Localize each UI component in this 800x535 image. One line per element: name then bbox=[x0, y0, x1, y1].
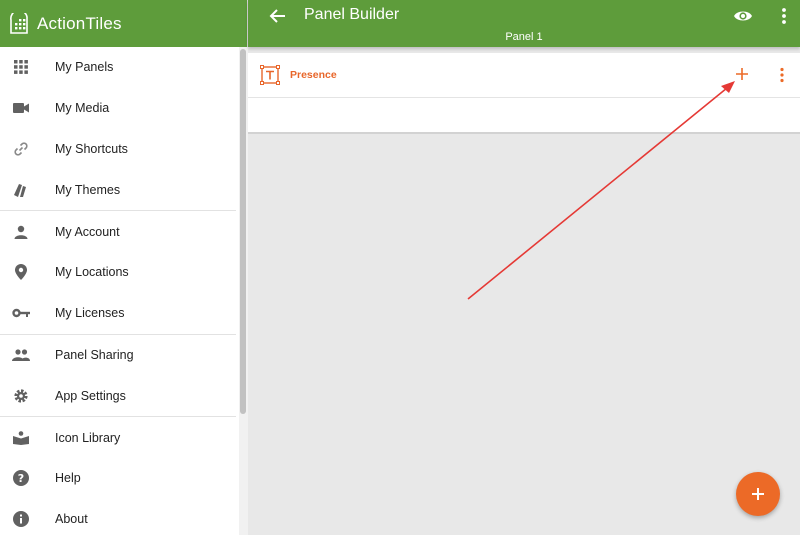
sidebar-item-label: Help bbox=[55, 471, 81, 486]
sidebar-item-label: My Shortcuts bbox=[55, 141, 128, 156]
gear-icon bbox=[12, 387, 30, 405]
people-icon bbox=[12, 346, 30, 364]
sidebar-item-panel-sharing[interactable]: Panel Sharing bbox=[0, 335, 236, 376]
top-app-bar: Panel Builder Panel 1 bbox=[248, 0, 800, 47]
video-camera-icon bbox=[12, 99, 30, 117]
svg-text:?: ? bbox=[18, 472, 24, 485]
scrollbar-thumb[interactable] bbox=[240, 49, 246, 414]
sidebar-item-my-locations[interactable]: My Locations bbox=[0, 252, 236, 293]
main-content: Panel Builder Panel 1 Presence bbox=[248, 0, 800, 535]
sidebar-header: ActionTiles bbox=[0, 0, 247, 47]
section-tile-area bbox=[248, 98, 800, 134]
sidebar-item-label: About bbox=[55, 512, 88, 527]
location-pin-icon bbox=[12, 263, 30, 281]
section-title[interactable]: Presence bbox=[290, 69, 337, 81]
palette-icon bbox=[12, 181, 30, 199]
sidebar-item-label: My Licenses bbox=[55, 306, 125, 321]
actiontiles-logo-icon bbox=[10, 12, 28, 34]
person-icon bbox=[12, 223, 30, 241]
page-title: Panel Builder bbox=[304, 6, 400, 23]
sidebar-item-label: My Locations bbox=[55, 265, 129, 280]
sidebar-item-my-licenses[interactable]: My Licenses bbox=[0, 293, 236, 334]
add-section-fab[interactable] bbox=[736, 472, 780, 516]
brand-name: ActionTiles bbox=[37, 13, 122, 33]
link-icon bbox=[12, 140, 30, 158]
sidebar-nav: My Panels My Media My Shortcuts My Theme… bbox=[0, 47, 236, 535]
sidebar-item-app-settings[interactable]: App Settings bbox=[0, 375, 236, 416]
sidebar-item-label: App Settings bbox=[55, 388, 126, 403]
sidebar-item-label: Icon Library bbox=[55, 430, 121, 445]
sidebar-item-label: My Themes bbox=[55, 182, 121, 197]
section-header: Presence bbox=[248, 53, 800, 98]
back-arrow-icon[interactable] bbox=[268, 6, 288, 26]
sidebar-scrollbar[interactable] bbox=[239, 47, 248, 535]
sidebar-item-icon-library[interactable]: Icon Library bbox=[0, 417, 236, 458]
sidebar-item-label: My Panels bbox=[55, 60, 114, 75]
preview-eye-icon[interactable] bbox=[733, 6, 753, 26]
info-icon bbox=[12, 510, 30, 528]
sidebar-item-label: My Media bbox=[55, 101, 110, 116]
sidebar-item-my-panels[interactable]: My Panels bbox=[0, 47, 236, 88]
sidebar-item-my-themes[interactable]: My Themes bbox=[0, 169, 236, 210]
app-window: ActionTiles My Panels My Media My Shortc… bbox=[0, 0, 800, 535]
sidebar-item-my-shortcuts[interactable]: My Shortcuts bbox=[0, 129, 236, 170]
plus-icon bbox=[752, 488, 764, 500]
text-box-icon bbox=[260, 65, 280, 85]
sidebar: ActionTiles My Panels My Media My Shortc… bbox=[0, 0, 248, 535]
add-tile-icon[interactable] bbox=[734, 66, 750, 82]
key-icon bbox=[12, 304, 30, 322]
sidebar-item-help[interactable]: ? Help bbox=[0, 458, 236, 499]
sidebar-item-label: My Account bbox=[55, 224, 120, 239]
panel-name: Panel 1 bbox=[505, 31, 543, 43]
sidebar-item-label: Panel Sharing bbox=[55, 347, 134, 362]
sidebar-item-about[interactable]: About bbox=[0, 499, 236, 535]
section-more-vert-icon[interactable] bbox=[775, 66, 789, 84]
more-vert-icon[interactable] bbox=[775, 6, 793, 26]
book-icon bbox=[12, 429, 30, 447]
grid-icon bbox=[12, 58, 30, 76]
help-icon: ? bbox=[12, 469, 30, 487]
sidebar-item-my-media[interactable]: My Media bbox=[0, 88, 236, 129]
sidebar-item-my-account[interactable]: My Account bbox=[0, 211, 236, 252]
